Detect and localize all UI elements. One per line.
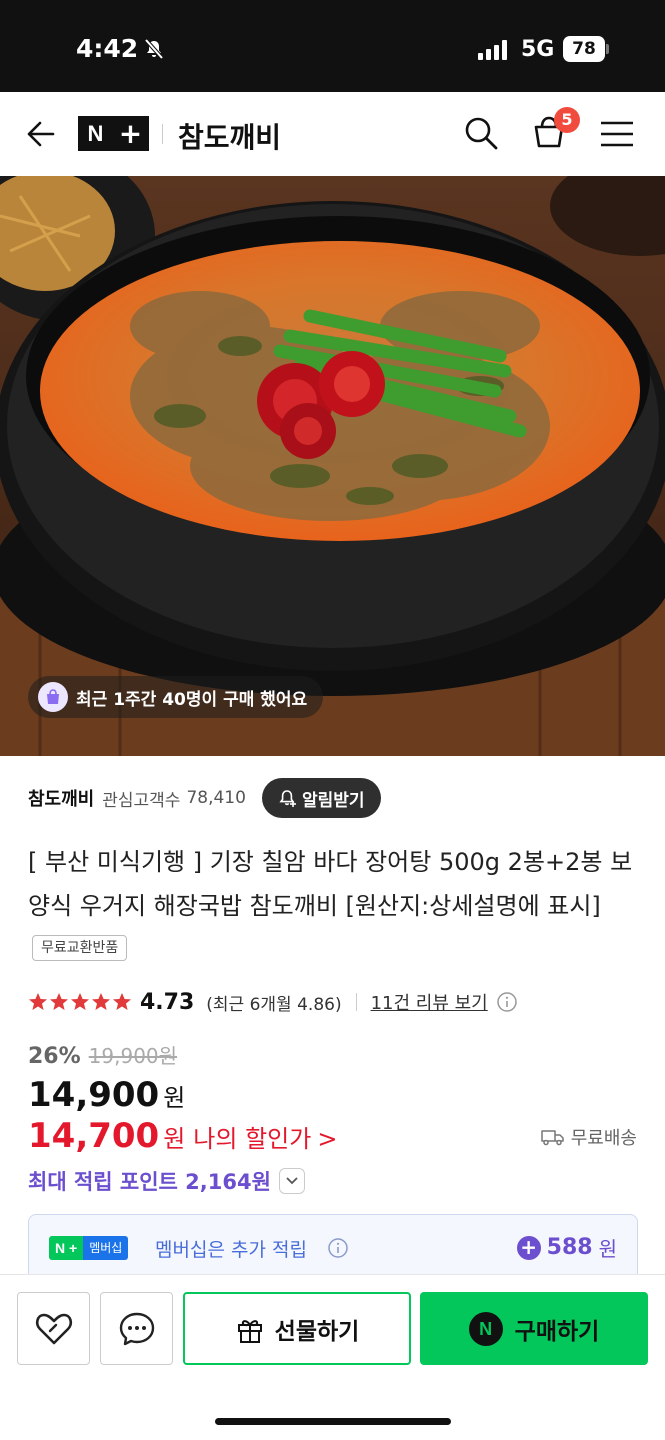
membership-points-currency: 원 bbox=[598, 1237, 617, 1261]
buy-button[interactable]: N 구매하기 bbox=[420, 1292, 648, 1365]
logo-plus: + bbox=[118, 117, 143, 150]
notify-label: 알림받기 bbox=[301, 790, 365, 811]
seller-row: 참도깨비 관심고객수 78,410 알림받기 bbox=[28, 778, 381, 818]
bell-off-icon bbox=[143, 38, 165, 64]
star-icon bbox=[113, 993, 131, 1010]
recent-purchase-pill: 최근 1주간 40명이 구매 했어요 bbox=[28, 676, 324, 718]
store-name[interactable]: 참도깨비 bbox=[178, 116, 281, 156]
product-title-text: [ 부산 미식기행 ] 기장 칠암 바다 장어탕 500g 2봉+2봉 보양식 … bbox=[28, 848, 633, 920]
price-currency: 원 bbox=[163, 1084, 186, 1112]
recent-rating: (최근 6개월 4.86) bbox=[206, 994, 342, 1015]
wishlist-button[interactable] bbox=[17, 1292, 90, 1365]
top-nav: N + 참도깨비 bbox=[0, 92, 665, 176]
home-indicator[interactable] bbox=[215, 1418, 451, 1425]
original-price: 19,900원 bbox=[88, 1044, 178, 1068]
review-link[interactable]: 11건 리뷰 보기 bbox=[371, 989, 488, 1015]
signal-icon bbox=[478, 40, 507, 60]
cart-count-badge: 5 bbox=[554, 107, 580, 133]
star-rating bbox=[28, 992, 132, 1012]
my-discount-price: 14,700 bbox=[28, 1116, 160, 1156]
follower-label: 관심고객수 bbox=[102, 790, 181, 811]
logo-n: N bbox=[87, 120, 104, 146]
follower-count: 78,410 bbox=[186, 788, 246, 808]
truck-icon bbox=[541, 1130, 564, 1146]
info-icon[interactable] bbox=[327, 1237, 349, 1259]
membership-text: 멤버십은 추가 적립 bbox=[155, 1239, 307, 1261]
battery-tip bbox=[606, 44, 609, 54]
my-discount-currency: 원 bbox=[163, 1125, 186, 1153]
gift-button[interactable]: 선물하기 bbox=[183, 1292, 411, 1365]
status-bar: 4:42 5G 78 bbox=[0, 0, 665, 92]
points-row[interactable]: 최대 적립 포인트 2,164원 bbox=[28, 1166, 305, 1196]
price-row: 14,900 원 bbox=[28, 1075, 185, 1115]
info-icon[interactable] bbox=[496, 991, 518, 1013]
network-label: 5G bbox=[521, 37, 555, 62]
gift-icon bbox=[237, 1319, 262, 1343]
back-arrow-icon[interactable] bbox=[24, 118, 56, 154]
bell-plus-icon bbox=[279, 790, 296, 807]
plus-circle-icon: + bbox=[516, 1235, 541, 1260]
seller-name[interactable]: 참도깨비 bbox=[28, 785, 94, 811]
star-icon bbox=[50, 993, 68, 1010]
naver-plus-logo[interactable]: N + bbox=[78, 116, 149, 151]
shipping-label: 무료배송 bbox=[570, 1128, 637, 1149]
status-time: 4:42 bbox=[76, 34, 139, 63]
naver-plus-badge: N + bbox=[49, 1236, 84, 1260]
free-shipping: 무료배송 bbox=[541, 1124, 637, 1150]
rating-score: 4.73 bbox=[140, 989, 195, 1015]
membership-points: + 588 원 bbox=[516, 1233, 617, 1262]
chevron-down-icon[interactable] bbox=[278, 1168, 305, 1194]
battery-icon: 78 bbox=[563, 36, 605, 62]
chat-bubble-icon bbox=[119, 1312, 154, 1345]
recent-purchase-text: 최근 1주간 40명이 구매 했어요 bbox=[76, 689, 308, 710]
bottom-action-bar: 선물하기 N 구매하기 bbox=[0, 1274, 665, 1440]
membership-badge: N + 멤버십 bbox=[49, 1236, 129, 1260]
buy-label: 구매하기 bbox=[514, 1318, 600, 1345]
free-return-badge: 무료교환반품 bbox=[32, 935, 128, 961]
discount-percent: 26% bbox=[28, 1044, 81, 1069]
membership-points-value: 588 bbox=[546, 1235, 593, 1260]
talk-button[interactable] bbox=[100, 1292, 173, 1365]
product-title: [ 부산 미식기행 ] 기장 칠암 바다 장어탕 500g 2봉+2봉 보양식 … bbox=[28, 840, 638, 972]
rating-row: 4.73 (최근 6개월 4.86) 11건 리뷰 보기 bbox=[28, 985, 518, 1019]
stew-illustration bbox=[0, 176, 665, 756]
discount-row: 26% 19,900원 bbox=[28, 1040, 177, 1069]
shopping-bag-icon bbox=[38, 682, 68, 712]
nav-divider bbox=[162, 124, 163, 144]
search-icon[interactable] bbox=[463, 115, 499, 155]
sale-price: 14,900 bbox=[28, 1075, 160, 1115]
heart-icon bbox=[35, 1313, 72, 1344]
menu-icon[interactable] bbox=[600, 120, 634, 152]
max-points-label: 최대 적립 포인트 2,164원 bbox=[28, 1170, 271, 1194]
naver-pay-icon: N bbox=[468, 1311, 503, 1346]
star-icon bbox=[29, 993, 47, 1010]
product-image[interactable]: 최근 1주간 40명이 구매 했어요 bbox=[0, 176, 665, 756]
rating-separator bbox=[355, 993, 357, 1011]
my-discount-row[interactable]: 14,700 원 나의 할인가 > bbox=[28, 1116, 337, 1156]
gift-label: 선물하기 bbox=[274, 1318, 360, 1345]
membership-badge-label: 멤버십 bbox=[83, 1236, 129, 1260]
my-discount-label: 나의 할인가 bbox=[193, 1125, 312, 1153]
chevron-right-icon: > bbox=[317, 1125, 338, 1153]
notify-button[interactable]: 알림받기 bbox=[261, 778, 381, 818]
star-icon bbox=[71, 993, 89, 1010]
star-icon bbox=[92, 993, 110, 1010]
